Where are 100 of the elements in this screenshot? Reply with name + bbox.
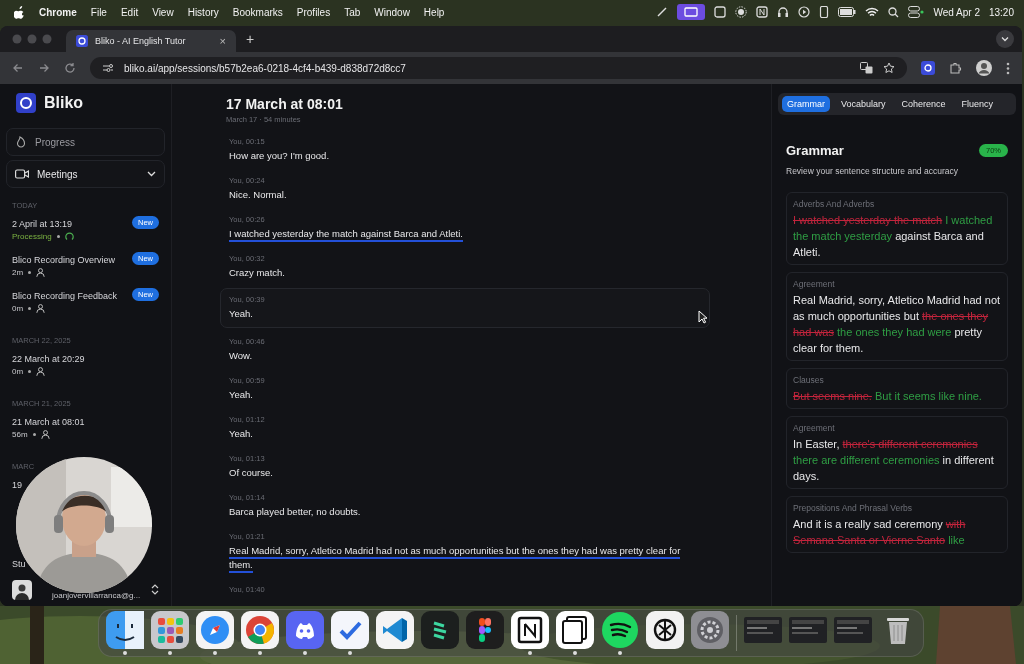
menu-item[interactable]: Help (423, 6, 445, 18)
message-text[interactable]: Nice. Normal. (229, 188, 701, 202)
battery-icon[interactable] (838, 7, 857, 17)
status-text: Processing (12, 232, 52, 241)
session-title: 17 March at 08:01 (226, 96, 344, 112)
face-icon[interactable] (105, 611, 144, 649)
correction-text: But seems nine. But it seems like nine. (793, 389, 983, 404)
message-text[interactable]: Crazy match. (229, 266, 701, 280)
spinner-icon (64, 232, 74, 241)
apple-icon[interactable] (14, 5, 25, 19)
correction-text: And it is a really sad ceremony with Semana Santa or Vierne Santo like (793, 517, 967, 548)
message-text[interactable]: Wow. (229, 349, 701, 363)
checkmark-icon[interactable] (330, 611, 369, 649)
expand-icon[interactable] (151, 584, 159, 595)
message-text[interactable]: Barca played better, no doubts. (229, 505, 701, 519)
back-icon[interactable] (12, 62, 24, 74)
duration-text: 56m (12, 430, 28, 439)
calendar-icon[interactable] (714, 6, 727, 18)
menu-date[interactable]: Wed Apr 2 (933, 6, 980, 18)
wifi-icon[interactable] (865, 6, 880, 18)
feedback-tab[interactable]: Vocabulary (836, 96, 891, 112)
menu-item[interactable]: View (152, 6, 174, 18)
control-center-icon[interactable] (908, 6, 925, 18)
correction-text: Real Madrid, sorry, Atletico Madrid had not as much opportunities but the ones they had was the ones they had were pretty clear for them. (793, 293, 1001, 356)
menu-item[interactable]: File (90, 6, 107, 18)
meeting-title[interactable]: 22 March at 20:29 (12, 354, 85, 364)
gear-icon[interactable] (690, 611, 729, 649)
section-title: Grammar (786, 143, 844, 158)
user-email: joanjovervillarranca@g... (52, 591, 142, 600)
menu-app-name[interactable]: Chrome (39, 6, 77, 18)
card-category: Adverbs And Adverbs (793, 199, 876, 209)
pen-icon[interactable] (656, 6, 669, 18)
profile-avatar-icon[interactable] (976, 60, 992, 76)
meeting-title[interactable]: Blico Recording Overview (12, 255, 116, 265)
section-label: Stu (11, 559, 27, 569)
stacked-pages-icon[interactable] (555, 611, 594, 649)
message-text[interactable]: Real Madrid, sorry, Atletico Madrid had not as much opportunities but the ones they had was pretty clear for them. (229, 544, 701, 572)
stripes-icon[interactable] (420, 611, 459, 649)
menu-item[interactable]: Profiles (296, 6, 331, 18)
meeting-title[interactable]: 19 (12, 480, 22, 490)
close-tab-button[interactable]: × (219, 35, 226, 47)
menu-time[interactable]: 13:20 (988, 6, 1014, 18)
browser-tab[interactable]: Bliko - AI English Tutor × (66, 30, 236, 52)
feedback-tab[interactable]: Coherence (896, 96, 951, 112)
meeting-title[interactable]: 21 March at 08:01 (12, 417, 85, 427)
message-text[interactable]: Yeah. (229, 307, 701, 321)
star-icon[interactable] (883, 62, 895, 74)
more-icon[interactable] (1006, 61, 1010, 75)
dot-icon (32, 433, 36, 436)
meeting-title[interactable]: 2 April at 13:19 (12, 219, 73, 229)
shapes-icon[interactable] (465, 611, 504, 649)
message-text[interactable]: I watched yesterday the match against Barca and Atleti. (229, 227, 701, 241)
menu-item[interactable]: History (187, 6, 219, 18)
menu-item[interactable]: Tab (344, 6, 361, 18)
play-icon[interactable] (798, 6, 811, 18)
mouse-pointer-icon (698, 310, 708, 324)
knot-icon[interactable] (645, 611, 684, 649)
site-info-icon[interactable] (102, 63, 114, 73)
sound-waves-icon[interactable] (600, 611, 639, 649)
search-icon[interactable] (888, 6, 900, 18)
dot-icon (56, 235, 60, 238)
message-text[interactable]: Yeah. (229, 427, 701, 441)
correction-text: I watched yesterday the match I watched the match yesterday against Barca and Atleti. (793, 213, 994, 260)
screen-icon[interactable] (677, 4, 706, 20)
message-text[interactable]: How are you? I'm good. (229, 149, 701, 163)
feedback-tab[interactable]: Grammar (782, 96, 830, 112)
forward-icon[interactable] (38, 62, 50, 74)
correction-text: In Easter, there's different ceremonies there are different ceremonies in different days. (793, 437, 995, 484)
tab-search-button[interactable] (996, 30, 1014, 48)
menu-item[interactable]: Edit (120, 6, 139, 18)
message-text[interactable]: Yeah. (229, 388, 701, 402)
meeting-title[interactable]: Blico Recording Feedback (12, 291, 118, 301)
controller-icon[interactable] (285, 611, 324, 649)
avatar-icon[interactable] (12, 579, 32, 600)
phone-icon[interactable] (819, 6, 830, 18)
app-grid-icon[interactable] (150, 611, 189, 649)
card-category: Prepositions And Phrasal Verbs (793, 503, 914, 513)
new-tab-button[interactable]: + (246, 31, 255, 47)
compass-icon[interactable] (195, 611, 234, 649)
feedback-tab[interactable]: Fluency (956, 96, 999, 112)
notebook-icon[interactable] (510, 611, 549, 649)
square-icon[interactable] (756, 6, 769, 18)
person-icon (40, 430, 50, 439)
nav-button[interactable]: Progress (6, 128, 165, 156)
puzzle-icon[interactable] (949, 61, 962, 75)
message-text[interactable]: Of course. (229, 466, 701, 480)
translate-icon[interactable] (860, 62, 873, 74)
headphones-icon[interactable] (777, 6, 790, 18)
nav-button[interactable]: Meetings (6, 160, 165, 188)
ring-icon[interactable] (240, 611, 279, 649)
app-logo-text: Bliko (44, 94, 84, 112)
duration-text: 2m (12, 268, 24, 277)
menu-item[interactable]: Bookmarks (232, 6, 283, 18)
extension-logo-icon[interactable] (921, 61, 935, 75)
duration-text: 0m (12, 304, 24, 313)
menu-item[interactable]: Window (374, 6, 410, 18)
code-editor-icon[interactable] (375, 611, 414, 649)
address-bar[interactable]: bliko.ai/app/sessions/b57b2ea6-0218-4cf4-b439-d838d72d8cc7 (90, 57, 907, 79)
reload-icon[interactable] (64, 62, 76, 74)
sun-icon[interactable] (735, 6, 748, 18)
